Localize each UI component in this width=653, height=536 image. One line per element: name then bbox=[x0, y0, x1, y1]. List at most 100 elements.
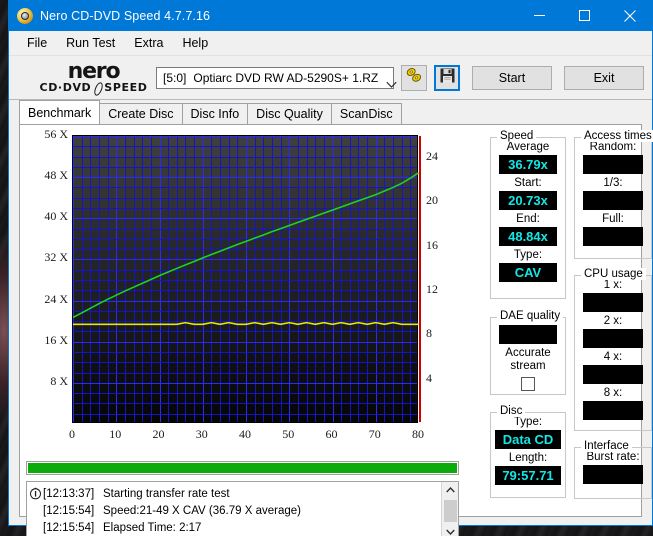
title-bar: Nero CD-DVD Speed 4.7.7.16 bbox=[9, 0, 652, 31]
cpu-1x-label: 1 x: bbox=[575, 279, 651, 292]
access-trace-curve bbox=[73, 323, 419, 325]
log-text: Elapsed Time: 2:17 bbox=[103, 522, 201, 534]
maximize-button[interactable] bbox=[562, 0, 607, 31]
benchmark-panel: 8 X16 X24 X32 X40 X48 X56 X 4812162024 0… bbox=[19, 124, 642, 517]
dae-quality-group: DAE quality Accurate stream bbox=[490, 317, 566, 395]
log-text: Starting transfer rate test bbox=[103, 488, 230, 500]
menu-item-file[interactable]: File bbox=[18, 33, 56, 54]
speed-group-title: Speed bbox=[497, 130, 536, 142]
log-lines: [12:13:37] Starting transfer rate test [… bbox=[27, 482, 441, 536]
chart-series-layer bbox=[73, 136, 419, 424]
chevron-up-icon[interactable] bbox=[442, 482, 458, 498]
nero-logo: nero CD·DVD SPEED bbox=[39, 62, 148, 94]
nero-logo-sub-left: CD·DVD bbox=[40, 82, 92, 94]
chart-y-tick-right: 20 bbox=[426, 193, 438, 208]
access-random-value bbox=[583, 155, 643, 174]
save-button[interactable] bbox=[434, 65, 460, 91]
access-random-label: Random: bbox=[575, 141, 651, 154]
stats-column: Speed Average 36.79x Start: 20.73x End: … bbox=[486, 127, 653, 536]
exit-button[interactable]: Exit bbox=[564, 66, 644, 90]
window-title: Nero CD-DVD Speed 4.7.7.16 bbox=[40, 9, 210, 23]
drive-select[interactable]: [5:0] Optiarc DVD RW AD-5290S+ 1.RZ bbox=[156, 67, 394, 89]
burst-rate-value bbox=[583, 465, 643, 484]
toolbar: nero CD·DVD SPEED [5:0] Optiarc DVD RW A… bbox=[9, 56, 652, 100]
disc-length-value: 79:57.71 bbox=[495, 466, 561, 485]
scrollbar-thumb[interactable] bbox=[444, 500, 457, 522]
chart-y-tick-left: 48 X bbox=[44, 168, 68, 183]
chart-y-tick-left: 16 X bbox=[44, 333, 68, 348]
log-text: Speed:21-49 X CAV (36.79 X average) bbox=[103, 505, 301, 517]
info-icon bbox=[29, 487, 42, 500]
chart-x-tick: 40 bbox=[239, 427, 251, 442]
caption-button-group bbox=[517, 0, 652, 31]
cpu-4x-label: 4 x: bbox=[575, 351, 651, 364]
log-item: [12:15:54] Speed:21-49 X CAV (36.79 X av… bbox=[29, 502, 441, 519]
log-time: [12:15:54] bbox=[43, 522, 103, 534]
disc-tool-button[interactable] bbox=[401, 65, 427, 91]
tab-scandisc[interactable]: ScanDisc bbox=[331, 103, 402, 124]
speed-start-value: 20.73x bbox=[499, 191, 557, 210]
tab-disc-info[interactable]: Disc Info bbox=[182, 103, 249, 124]
log-icon-placeholder bbox=[29, 521, 42, 534]
drive-select-label: [5:0] Optiarc DVD RW AD-5290S+ 1.RZ bbox=[163, 71, 378, 85]
chart-x-tick: 70 bbox=[369, 427, 381, 442]
nero-logo-slash-icon bbox=[93, 82, 102, 94]
close-button[interactable] bbox=[607, 0, 652, 31]
access-full-label: Full: bbox=[575, 213, 651, 226]
chart-y-tick-left: 40 X bbox=[44, 209, 68, 224]
chart-x-tick: 50 bbox=[282, 427, 294, 442]
cpu-usage-group-title: CPU usage bbox=[581, 268, 646, 280]
accurate-stream-label-line2: stream bbox=[491, 360, 565, 373]
chart-x-tick: 0 bbox=[69, 427, 75, 442]
menu-item-run-test[interactable]: Run Test bbox=[57, 33, 124, 54]
nero-disc-icon bbox=[17, 8, 33, 24]
tab-disc-quality[interactable]: Disc Quality bbox=[247, 103, 332, 124]
interface-group: Interface Burst rate: bbox=[574, 447, 652, 499]
tab-benchmark[interactable]: Benchmark bbox=[19, 100, 100, 124]
speed-end-value: 48.84x bbox=[499, 227, 557, 246]
log-scrollbar[interactable] bbox=[441, 482, 458, 536]
chart-y-tick-right: 24 bbox=[426, 149, 438, 164]
app-window: Nero CD-DVD Speed 4.7.7.16 File Run Test… bbox=[8, 0, 653, 526]
transfer-rate-curve bbox=[73, 173, 419, 318]
speed-group: Speed Average 36.79x Start: 20.73x End: … bbox=[490, 137, 566, 299]
nero-logo-wordmark: nero bbox=[68, 62, 120, 82]
chart-y-tick-right: 16 bbox=[426, 238, 438, 253]
chevron-down-icon[interactable] bbox=[442, 524, 458, 536]
access-times-group: Access times Random: 1/3: Full: bbox=[574, 137, 652, 259]
burst-rate-label: Burst rate: bbox=[575, 451, 651, 464]
tab-create-disc[interactable]: Create Disc bbox=[99, 103, 182, 124]
log-item: [12:15:54] Elapsed Time: 2:17 bbox=[29, 519, 441, 536]
menu-item-help[interactable]: Help bbox=[173, 33, 217, 54]
log-time: [12:13:37] bbox=[43, 488, 103, 500]
chart-plot-area bbox=[72, 135, 418, 423]
access-third-label: 1/3: bbox=[575, 177, 651, 190]
disc-group: Disc Type: Data CD Length: 79:57.71 bbox=[490, 412, 566, 498]
access-times-group-title: Access times bbox=[581, 130, 653, 142]
accurate-stream-checkbox[interactable] bbox=[521, 377, 535, 391]
disc-length-label: Length: bbox=[491, 452, 565, 465]
access-full-value bbox=[583, 227, 643, 246]
drive-name: Optiarc DVD RW AD-5290S+ 1.RZ bbox=[193, 71, 378, 85]
speed-end-label: End: bbox=[491, 213, 565, 226]
benchmark-chart: 8 X16 X24 X32 X40 X48 X56 X 4812162024 0… bbox=[24, 131, 480, 449]
minimize-button[interactable] bbox=[517, 0, 562, 31]
start-button[interactable]: Start bbox=[472, 66, 552, 90]
cpu-8x-label: 8 x: bbox=[575, 387, 651, 400]
save-icon bbox=[440, 68, 455, 88]
cpu-8x-value bbox=[583, 401, 643, 420]
chart-x-tick: 10 bbox=[109, 427, 121, 442]
progress-bar bbox=[26, 461, 459, 475]
disc-group-title: Disc bbox=[497, 405, 525, 417]
tab-bar: Benchmark Create Disc Disc Info Disc Qua… bbox=[9, 100, 652, 124]
cpu-4x-value bbox=[583, 365, 643, 384]
disc-tool-icon bbox=[406, 67, 422, 88]
accurate-stream-label-line1: Accurate bbox=[491, 347, 565, 360]
dae-quality-value bbox=[499, 325, 557, 344]
log-time: [12:15:54] bbox=[43, 505, 103, 517]
end-of-disc-marker bbox=[419, 136, 421, 422]
speed-type-label: Type: bbox=[491, 249, 565, 262]
menu-item-extra[interactable]: Extra bbox=[125, 33, 172, 54]
log-list[interactable]: [12:13:37] Starting transfer rate test [… bbox=[26, 481, 459, 536]
cpu-2x-value bbox=[583, 329, 643, 348]
